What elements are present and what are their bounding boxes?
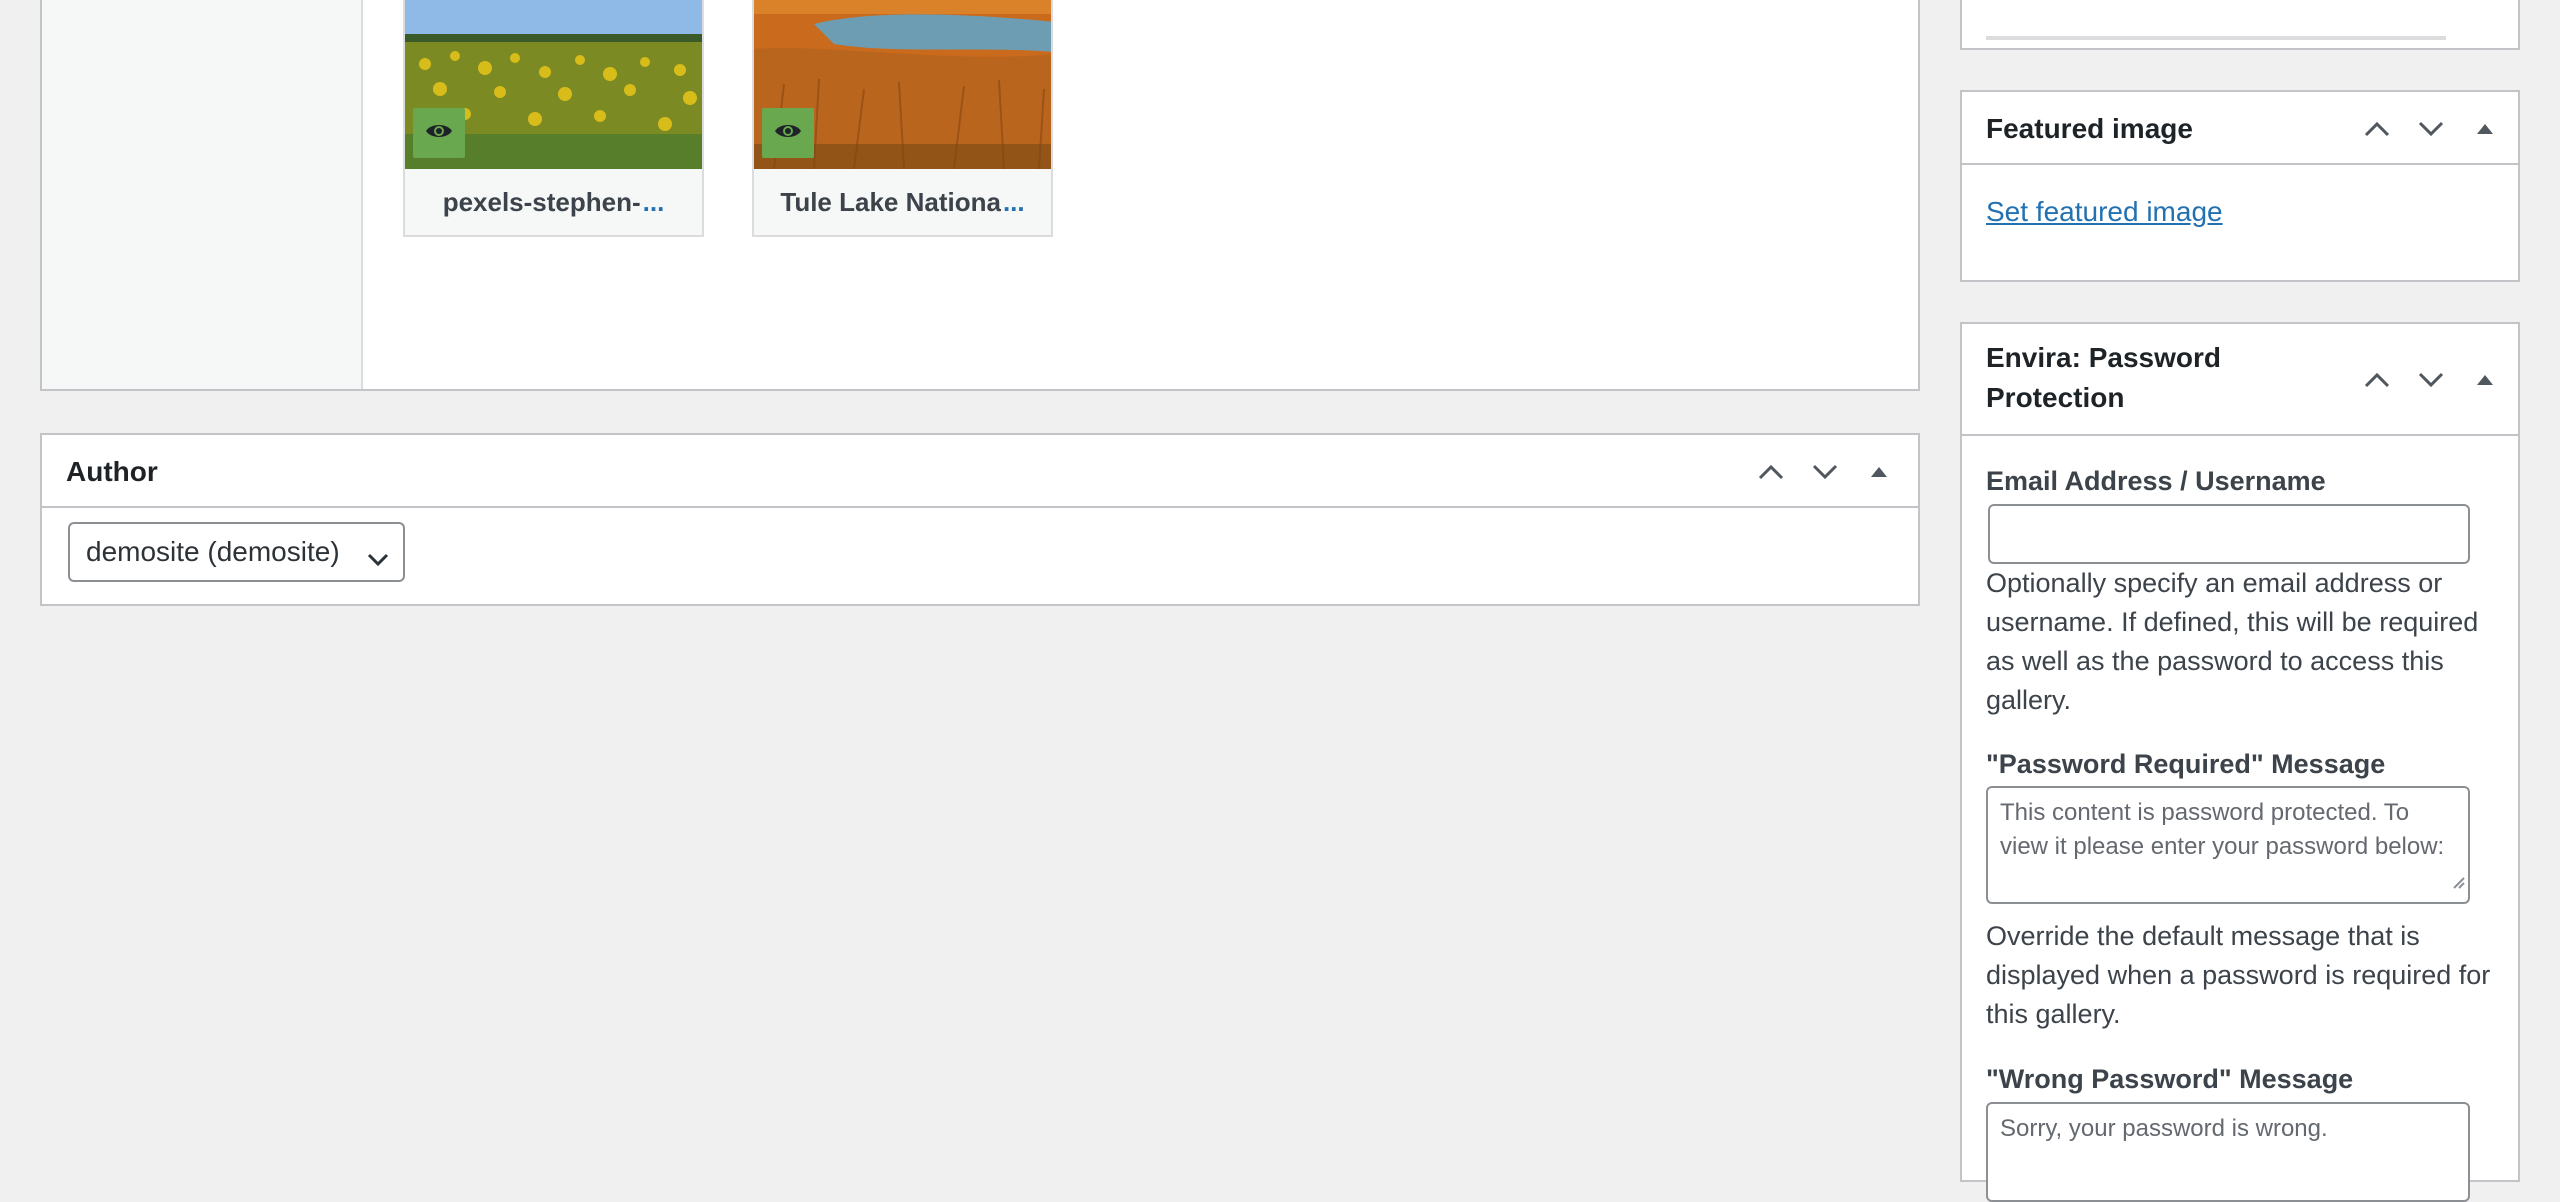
image-title-text: pexels-stephen- bbox=[442, 186, 641, 217]
scrollbar-track bbox=[1986, 36, 2446, 40]
resize-handle-icon[interactable] bbox=[2451, 865, 2465, 899]
gallery-item-title: pexels-stephen-... bbox=[405, 169, 702, 235]
envira-password-metabox: Envira: Password Protection Email Addres… bbox=[1960, 322, 2520, 1202]
title-ellipsis: ... bbox=[642, 186, 665, 217]
move-down-icon[interactable] bbox=[2410, 108, 2452, 150]
author-metabox-header: Author bbox=[42, 435, 1918, 508]
author-select-value: demosite (demosite) bbox=[86, 536, 340, 567]
move-down-icon[interactable] bbox=[2410, 359, 2452, 401]
password-required-placeholder: This content is password protected. To v… bbox=[2000, 799, 2445, 860]
metabox-controls bbox=[2356, 324, 2506, 436]
move-up-icon[interactable] bbox=[2356, 359, 2398, 401]
preview-button[interactable] bbox=[762, 108, 814, 158]
eye-icon bbox=[774, 122, 802, 145]
move-down-icon[interactable] bbox=[1804, 451, 1846, 493]
collapse-toggle-icon[interactable] bbox=[2464, 359, 2506, 401]
collapse-toggle-icon[interactable] bbox=[1858, 451, 1900, 493]
move-up-icon[interactable] bbox=[1750, 451, 1792, 493]
email-username-description: Optionally specify an email address or u… bbox=[1986, 568, 2479, 715]
password-required-label: "Password Required" Message bbox=[1986, 749, 2386, 779]
title-ellipsis: ... bbox=[1002, 186, 1025, 217]
email-username-label: Email Address / Username bbox=[1986, 466, 2326, 496]
gallery-side-panel bbox=[42, 0, 363, 389]
collapse-toggle-icon[interactable] bbox=[2464, 108, 2506, 150]
featured-image-header: Featured image bbox=[1962, 92, 2518, 165]
envira-password-title: Envira: Password Protection bbox=[1986, 342, 2221, 413]
wrong-password-placeholder: Sorry, your password is wrong. bbox=[2000, 1115, 2328, 1142]
move-up-icon[interactable] bbox=[2356, 108, 2398, 150]
password-required-textarea[interactable]: This content is password protected. To v… bbox=[1986, 786, 2470, 904]
wrong-password-label: "Wrong Password" Message bbox=[1986, 1064, 2354, 1094]
sidebar-previous-box bbox=[1960, 0, 2520, 50]
gallery-item-1[interactable]: pexels-stephen-... bbox=[403, 0, 704, 237]
featured-image-metabox: Featured image Set featured image bbox=[1960, 90, 2520, 282]
image-title-text: Tule Lake Nationa bbox=[780, 186, 1001, 217]
gallery-images-box: pexels-stephen-... Tule Lake Nationa ... bbox=[40, 0, 1920, 391]
envira-password-header: Envira: Password Protection bbox=[1962, 324, 2518, 436]
author-metabox: Author demosite (demosite) bbox=[40, 433, 1920, 606]
set-featured-image-link[interactable]: Set featured image bbox=[1986, 196, 2223, 228]
featured-image-title: Featured image bbox=[1986, 113, 2193, 144]
chevron-down-icon bbox=[367, 542, 389, 574]
metabox-controls bbox=[2356, 92, 2506, 165]
gallery-item-title: Tule Lake Nationa... bbox=[754, 169, 1051, 235]
password-required-description: Override the default message that is dis… bbox=[1986, 921, 2491, 1029]
wrong-password-textarea[interactable]: Sorry, your password is wrong. bbox=[1986, 1102, 2470, 1202]
author-select[interactable]: demosite (demosite) bbox=[68, 522, 405, 582]
author-metabox-title: Author bbox=[66, 456, 158, 487]
gallery-item-2[interactable]: Tule Lake Nationa... bbox=[752, 0, 1053, 237]
email-username-input[interactable] bbox=[1988, 504, 2470, 564]
eye-icon bbox=[425, 122, 453, 145]
metabox-controls bbox=[1750, 435, 1900, 508]
preview-button[interactable] bbox=[413, 108, 465, 158]
